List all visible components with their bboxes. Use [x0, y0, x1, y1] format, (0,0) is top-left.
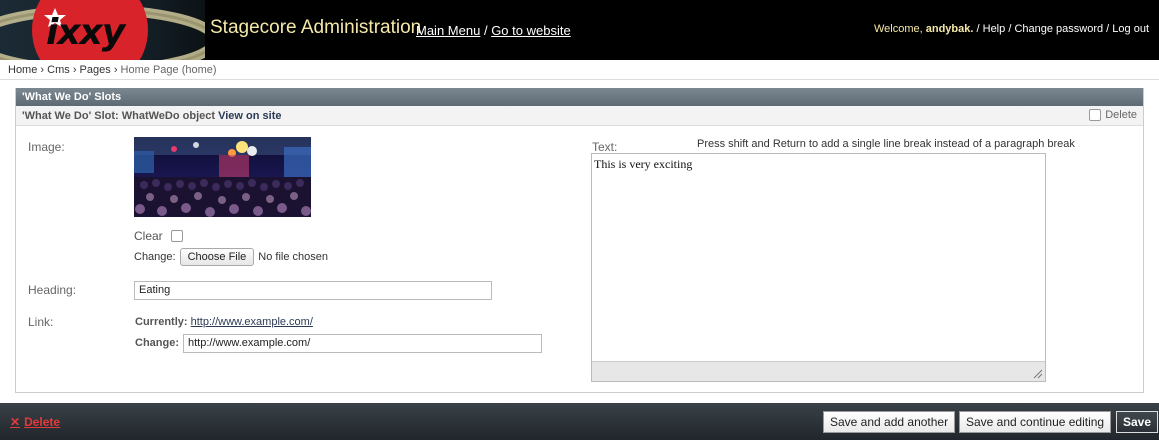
image-thumbnail[interactable] — [134, 137, 311, 217]
link-current-row: Currently: http://www.example.com/ — [135, 316, 313, 328]
text-editor[interactable]: This is very exciting — [591, 153, 1046, 382]
heading-label: Heading: — [28, 283, 77, 297]
submit-row: ✕ Delete Save and add another Save and co… — [0, 403, 1159, 440]
user-tools-separator: / — [976, 23, 980, 35]
save-button[interactable]: Save — [1116, 411, 1159, 433]
delete-slot-toggle[interactable]: Delete — [1089, 109, 1137, 121]
header-separator: / — [483, 23, 488, 38]
change-image-row: Change: Choose File No file chosen — [134, 248, 328, 266]
user-tools-separator: / — [1106, 23, 1110, 35]
delete-slot-checkbox[interactable] — [1089, 109, 1102, 121]
editor-status-bar — [592, 361, 1045, 381]
breadcrumb-current: Home Page (home) — [120, 64, 217, 76]
log-out-link[interactable]: Log out — [1112, 23, 1149, 35]
slot-header: 'What We Do' Slot: WhatWeDo object View … — [16, 106, 1143, 126]
text-label: Text: — [592, 140, 618, 154]
user-tools: Welcome, andybak. / Help / Change passwo… — [874, 23, 1149, 35]
site-title: Stagecore Administration — [210, 17, 422, 38]
header-nav: Main Menu / Go to website — [416, 23, 571, 38]
breadcrumb-home[interactable]: Home — [8, 64, 37, 76]
delete-link-label: Delete — [24, 415, 61, 429]
username: andybak. — [925, 23, 974, 35]
slot-title: 'What We Do' Slot: WhatWeDo object — [22, 110, 216, 122]
text-hint: Press shift and Return to add a single l… — [697, 138, 1075, 150]
clear-image-checkbox[interactable] — [170, 230, 183, 242]
delete-slot-label: Delete — [1105, 109, 1137, 121]
breadcrumb-separator: › — [113, 64, 118, 76]
link-change-label: Change: — [135, 337, 179, 349]
delete-link[interactable]: ✕ Delete — [10, 415, 60, 429]
save-and-continue-button[interactable]: Save and continue editing — [959, 411, 1112, 433]
resize-grip-icon[interactable] — [1033, 369, 1043, 379]
breadcrumb: Home › Cms › Pages › Home Page (home) — [0, 60, 1159, 80]
breadcrumb-cms[interactable]: Cms — [47, 64, 70, 76]
breadcrumb-separator: › — [40, 64, 45, 76]
clear-image-row: Clear — [134, 229, 183, 243]
delete-x-icon: ✕ — [10, 415, 21, 429]
view-on-site-link[interactable]: View on site — [218, 110, 281, 122]
link-change-row: Change: — [135, 337, 179, 349]
link-input[interactable]: http://www.example.com/ — [183, 334, 542, 353]
main-menu-link[interactable]: Main Menu — [416, 23, 480, 38]
currently-label: Currently: — [135, 316, 188, 328]
help-link[interactable]: Help — [983, 23, 1006, 35]
heading-input[interactable]: Eating — [134, 281, 492, 300]
user-tools-separator: / — [1008, 23, 1012, 35]
breadcrumb-separator: › — [72, 64, 77, 76]
current-link[interactable]: http://www.example.com/ — [191, 316, 313, 328]
header: ixxy Stagecore Administration Main Menu … — [0, 0, 1159, 60]
save-and-add-another-button[interactable]: Save and add another — [823, 411, 956, 433]
welcome-text: Welcome, — [873, 23, 923, 35]
change-image-label: Change: — [134, 251, 176, 263]
link-label: Link: — [28, 315, 54, 329]
clear-label: Clear — [134, 229, 163, 243]
choose-file-button[interactable]: Choose File — [179, 248, 255, 266]
logo-wordmark: ixxy — [46, 12, 125, 53]
image-label: Image: — [28, 140, 65, 154]
inline-group-title: 'What We Do' Slots — [16, 88, 1143, 106]
change-password-link[interactable]: Change password — [1014, 23, 1103, 35]
no-file-text: No file chosen — [258, 251, 329, 263]
breadcrumb-pages[interactable]: Pages — [80, 64, 111, 76]
logo[interactable]: ixxy — [0, 0, 205, 60]
go-to-website-link[interactable]: Go to website — [491, 23, 571, 38]
text-editor-content[interactable]: This is very exciting — [594, 157, 1043, 172]
